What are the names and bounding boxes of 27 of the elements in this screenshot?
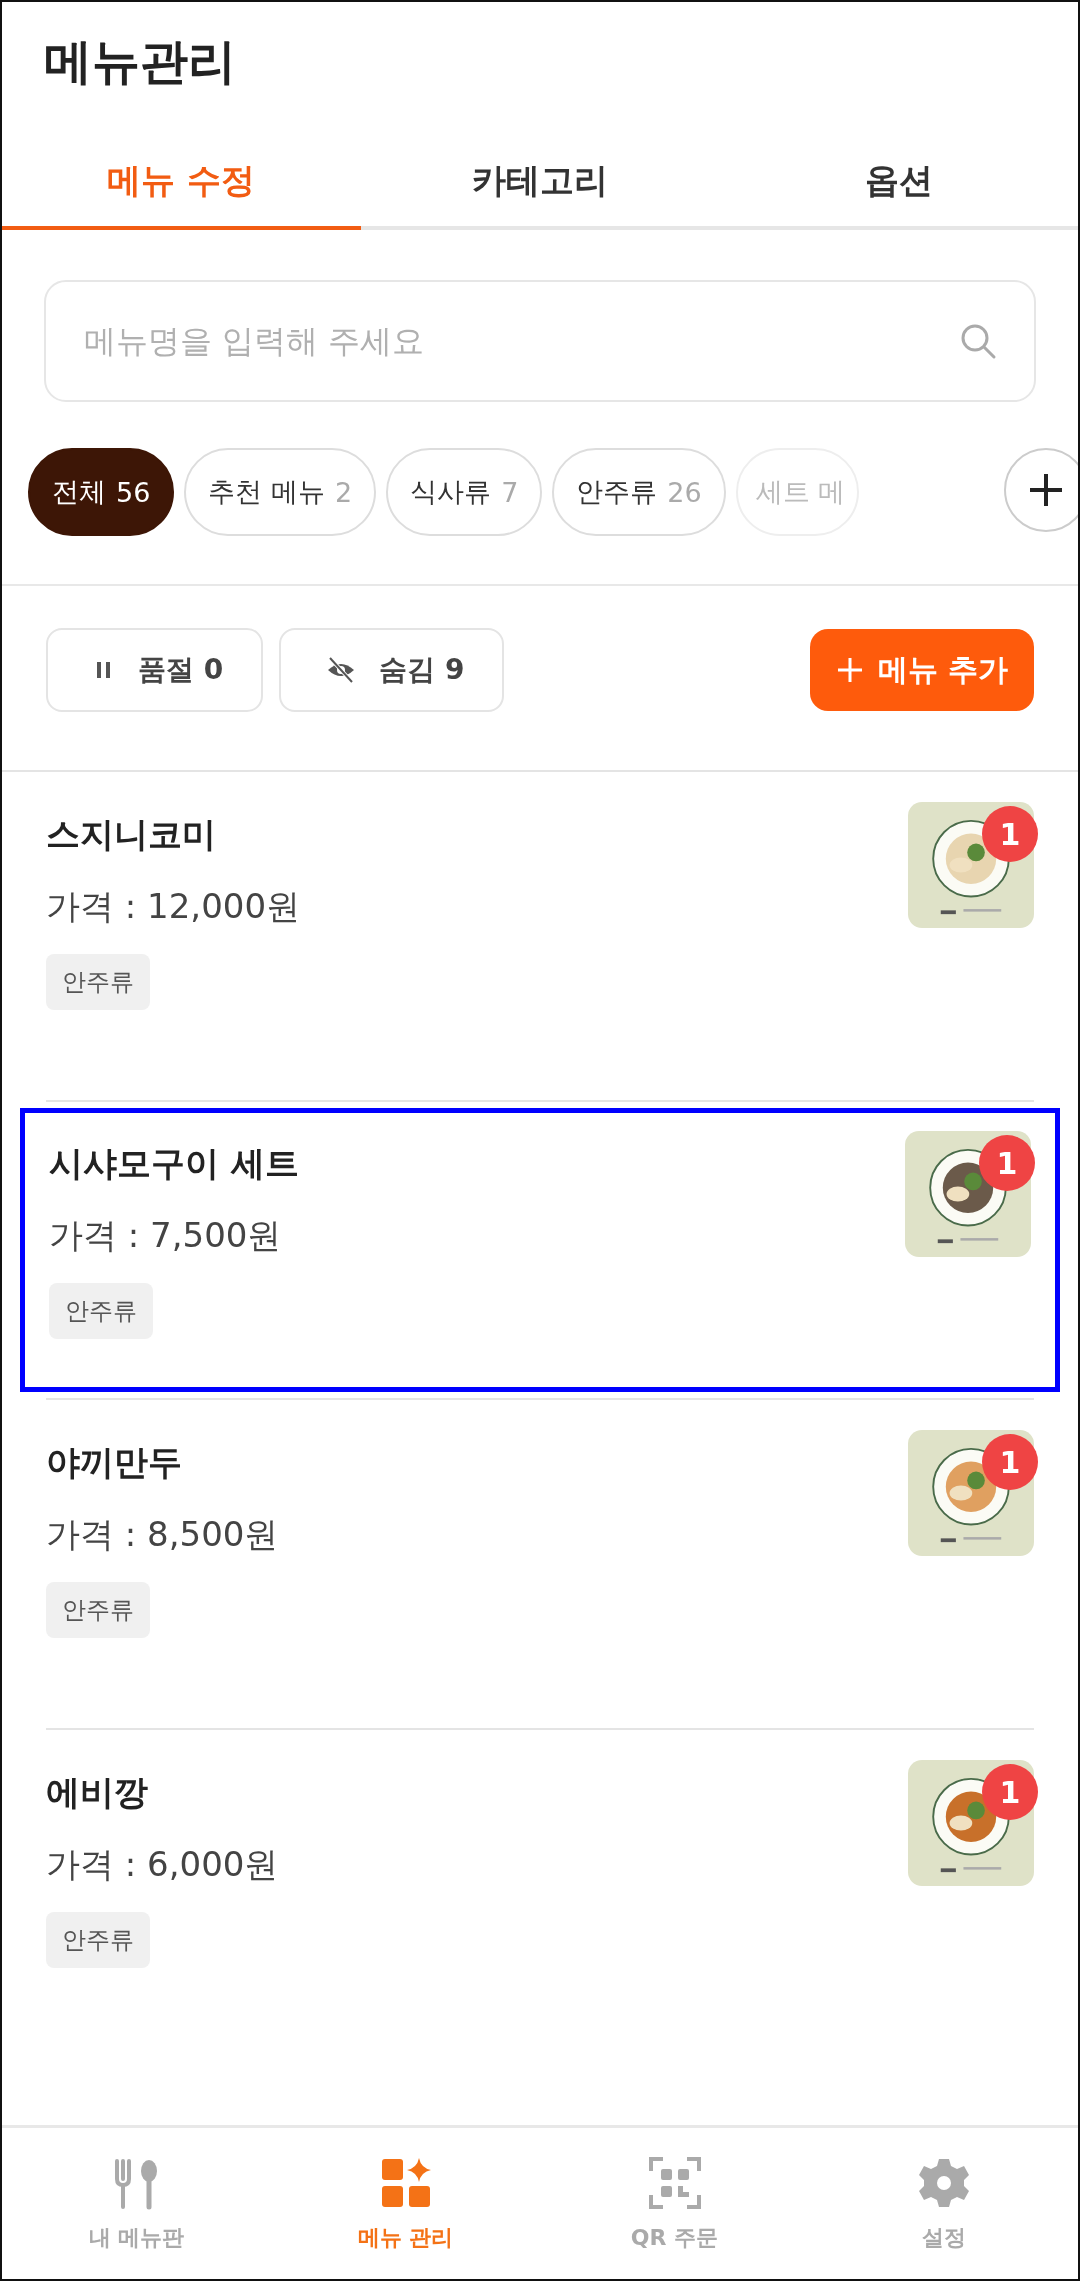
category-chip[interactable]: 안주류 26: [552, 448, 726, 536]
selected-menu-item[interactable]: 시샤모구이 세트 가격 : 7,500원 안주류 1: [20, 1108, 1060, 1392]
menu-name: 에비깡: [46, 1771, 148, 1814]
search-input[interactable]: 메뉴명을 입력해 주세요: [82, 321, 958, 361]
category-tag: 안주류: [46, 954, 150, 1010]
qr-code-icon: [646, 2154, 703, 2211]
search-field[interactable]: 메뉴명을 입력해 주세요: [44, 280, 1036, 402]
category-chip[interactable]: 전체 56: [28, 448, 175, 536]
tab[interactable]: 카테고리: [360, 148, 720, 230]
category-chip[interactable]: 추천 메뉴 2: [184, 448, 377, 536]
tab[interactable]: 옵션: [719, 148, 1078, 230]
category-chip[interactable]: 식사류 7: [386, 448, 543, 536]
menu-name: 스지니코미: [46, 813, 216, 856]
menu-price: 가격 : 7,500원: [49, 1214, 282, 1257]
menu-item[interactable]: 야끼만두 가격 : 8,500원 안주류 1: [46, 1400, 1034, 1728]
menu-price: 가격 : 6,000원: [46, 1843, 279, 1886]
plus-icon: [835, 656, 864, 684]
filter-button[interactable]: 품절 0: [46, 628, 264, 712]
category-tag: 안주류: [46, 1912, 150, 1968]
menu-price: 가격 : 8,500원: [46, 1513, 279, 1556]
filter-button[interactable]: 숨김 9: [279, 628, 505, 712]
menu-price: 가격 : 12,000원: [46, 885, 301, 928]
category-tag: 안주류: [46, 1582, 150, 1638]
menu-name: 시샤모구이 세트: [49, 1142, 299, 1185]
page-title: 메뉴관리: [43, 32, 237, 91]
category-tag: 안주류: [49, 1283, 153, 1339]
menu-name: 야끼만두: [46, 1441, 182, 1484]
